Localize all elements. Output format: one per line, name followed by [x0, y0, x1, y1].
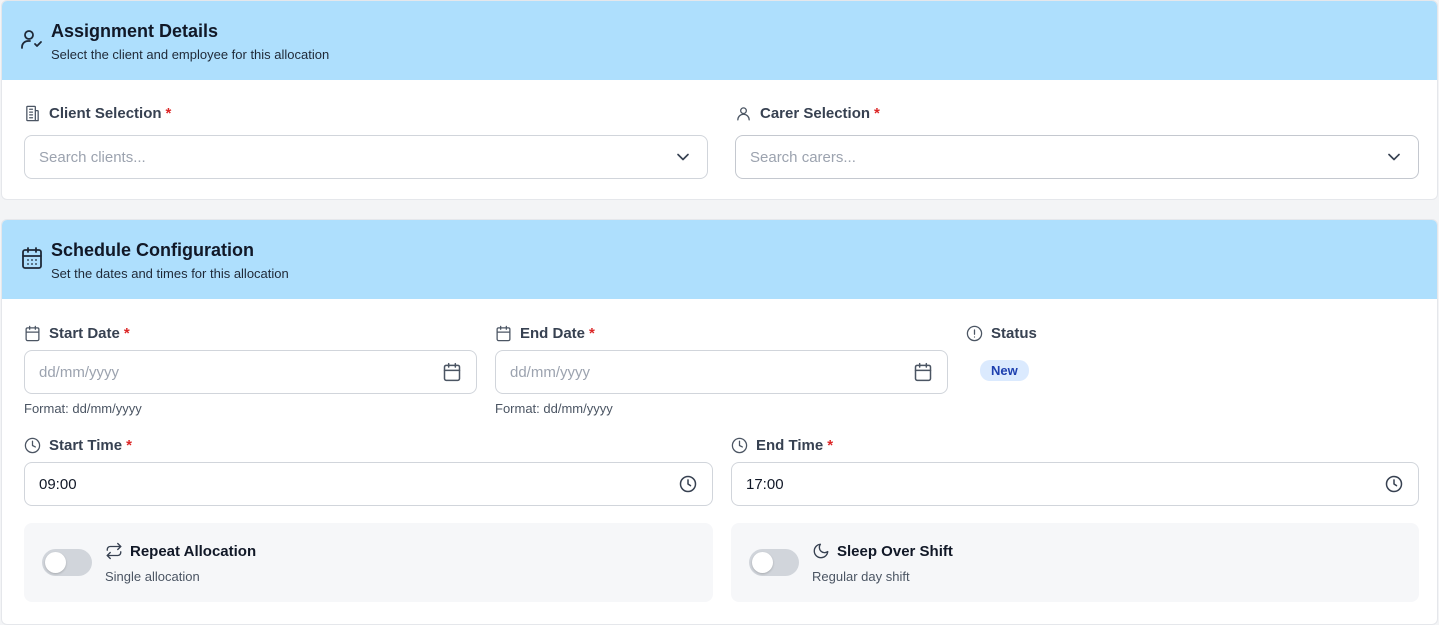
section-title: Assignment Details: [51, 21, 219, 41]
end-date-label: End Date *: [495, 325, 595, 342]
building-icon: [26, 105, 39, 122]
chevron-down-icon: [1388, 153, 1400, 161]
section-subtitle: Select the client and employee for this …: [51, 47, 330, 62]
repeat-icon: [106, 542, 122, 560]
status-label-text: Status: [991, 325, 1037, 342]
status-label: Status: [966, 325, 1037, 342]
start-time-value: 09:00: [39, 475, 77, 493]
required-mark: *: [123, 325, 130, 342]
section-title: Schedule Configuration: [51, 240, 255, 260]
start-date-label: Start Date *: [24, 325, 130, 342]
end-time-label: End Time *: [731, 437, 833, 454]
clock-picker-icon[interactable]: [678, 474, 698, 494]
end-date-placeholder: dd/mm/yyyy: [510, 363, 591, 381]
switch-knob: [45, 552, 66, 573]
start-time-input[interactable]: 09:00: [24, 462, 713, 506]
carer-search-select[interactable]: Search carers...: [735, 135, 1419, 179]
repeat-allocation-subtitle: Single allocation: [105, 569, 200, 584]
repeat-allocation-panel: Repeat Allocation Single allocation: [24, 523, 713, 602]
sleep-over-shift-title: Sleep Over Shift: [812, 542, 953, 560]
calendar-days-icon: [22, 247, 42, 269]
user-icon: [737, 107, 750, 121]
section-subtitle: Set the dates and times for this allocat…: [51, 266, 289, 281]
start-time-label-text: Start Time: [49, 437, 123, 454]
required-mark: *: [827, 437, 834, 454]
status-badge: New: [980, 360, 1029, 381]
client-search-placeholder: Search clients...: [39, 148, 146, 166]
calendar-picker-icon[interactable]: [442, 362, 462, 382]
chevron-down-icon: [677, 153, 689, 161]
calendar-picker-icon[interactable]: [913, 362, 933, 382]
moon-icon: [813, 543, 829, 559]
sleep-over-shift-switch[interactable]: [749, 549, 799, 576]
sleep-over-shift-panel: Sleep Over Shift Regular day shift: [731, 523, 1419, 602]
repeat-allocation-switch[interactable]: [42, 549, 92, 576]
assignment-details-header: Assignment Details Select the client and…: [2, 1, 1437, 80]
end-time-label-text: End Time: [756, 437, 824, 454]
start-date-label-text: Start Date: [49, 325, 120, 342]
start-date-placeholder: dd/mm/yyyy: [39, 363, 120, 381]
required-mark: *: [126, 437, 132, 454]
required-mark: *: [874, 105, 880, 122]
switch-knob: [752, 552, 773, 573]
user-check-icon: [21, 30, 42, 49]
schedule-configuration-card: Schedule Configuration Set the dates and…: [1, 219, 1438, 625]
carer-selection-label-text: Carer Selection: [760, 105, 871, 122]
client-selection-label-text: Client Selection: [49, 105, 162, 122]
required-mark: *: [165, 105, 172, 122]
end-date-input[interactable]: dd/mm/yyyy: [495, 350, 948, 394]
client-search-select[interactable]: Search clients...: [24, 135, 708, 179]
schedule-configuration-header: Schedule Configuration Set the dates and…: [2, 220, 1437, 299]
carer-search-placeholder: Search carers...: [750, 148, 856, 166]
start-time-label: Start Time *: [24, 437, 132, 454]
sleep-over-shift-title-text: Sleep Over Shift: [837, 542, 953, 560]
repeat-allocation-title: Repeat Allocation: [105, 542, 256, 560]
calendar-icon: [25, 325, 40, 342]
start-date-hint: Format: dd/mm/yyyy: [24, 401, 142, 416]
end-date-hint: Format: dd/mm/yyyy: [495, 401, 613, 416]
assignment-details-card: Assignment Details Select the client and…: [1, 0, 1438, 200]
sleep-over-shift-subtitle: Regular day shift: [812, 569, 910, 584]
repeat-allocation-title-text: Repeat Allocation: [130, 542, 257, 560]
clock-icon: [731, 437, 748, 454]
end-date-label-text: End Date: [520, 325, 586, 342]
required-mark: *: [589, 325, 595, 342]
carer-selection-label: Carer Selection *: [735, 105, 880, 122]
end-time-value: 17:00: [746, 475, 784, 493]
alert-circle-icon: [966, 325, 983, 342]
clock-picker-icon[interactable]: [1384, 474, 1404, 494]
client-selection-label: Client Selection *: [24, 105, 171, 122]
start-date-input[interactable]: dd/mm/yyyy: [24, 350, 477, 394]
clock-icon: [24, 437, 41, 454]
calendar-icon: [496, 325, 511, 342]
end-time-input[interactable]: 17:00: [731, 462, 1419, 506]
